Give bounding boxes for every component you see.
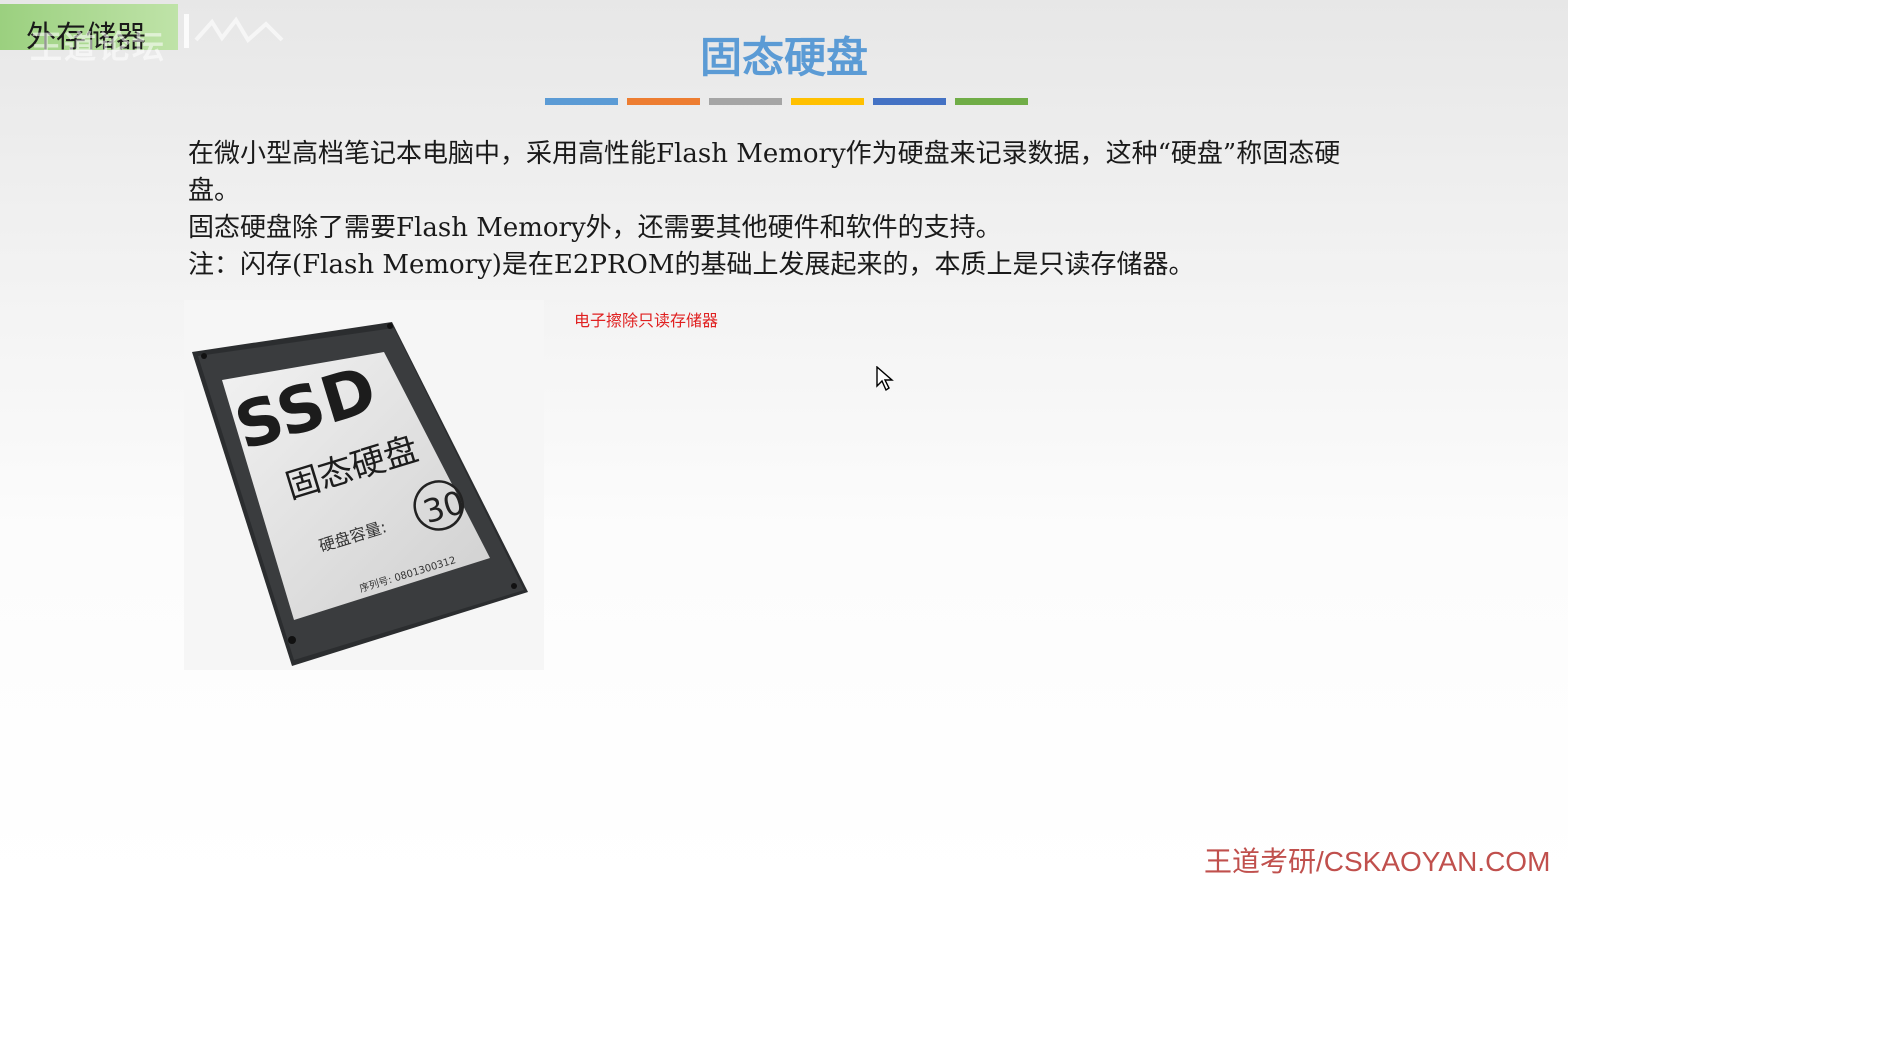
body-text: 在微小型高档笔记本电脑中，采用高性能Flash Memory作为硬盘来记录数据，… [188,136,1388,284]
footer-brand: 王道考研/CSKAOYAN.COM [1204,846,1551,877]
color-bar-2 [627,98,700,105]
paragraph-3: 注：闪存(Flash Memory)是在E2PROM的基础上发展起来的，本质上是… [188,250,1195,280]
paragraph-2: 固态硬盘除了需要Flash Memory外，还需要其他硬件和软件的支持。 [188,213,1002,243]
ssd-image: SSD 固态硬盘 硬盘容量: 30 序列号: 0801300312 [184,300,544,670]
slide-title: 固态硬盘 [699,33,868,82]
color-bar-5 [873,98,946,105]
right-blank-panel [1568,0,1883,1049]
color-bar-1 [545,98,618,105]
paragraph-1: 在微小型高档笔记本电脑中，采用高性能Flash Memory作为硬盘来记录数据，… [188,139,1341,206]
color-bar-6 [955,98,1028,105]
title-color-bars [545,98,1028,105]
slide: 外存储器 王道论坛 固态硬盘 在微小型高档笔记本电脑中，采用高性能Flash M… [0,0,1568,1049]
annotation-text: 电子擦除只读存储器 [574,311,719,330]
color-bar-4 [791,98,864,105]
mouse-cursor-icon [876,366,894,392]
color-bar-3 [709,98,782,105]
